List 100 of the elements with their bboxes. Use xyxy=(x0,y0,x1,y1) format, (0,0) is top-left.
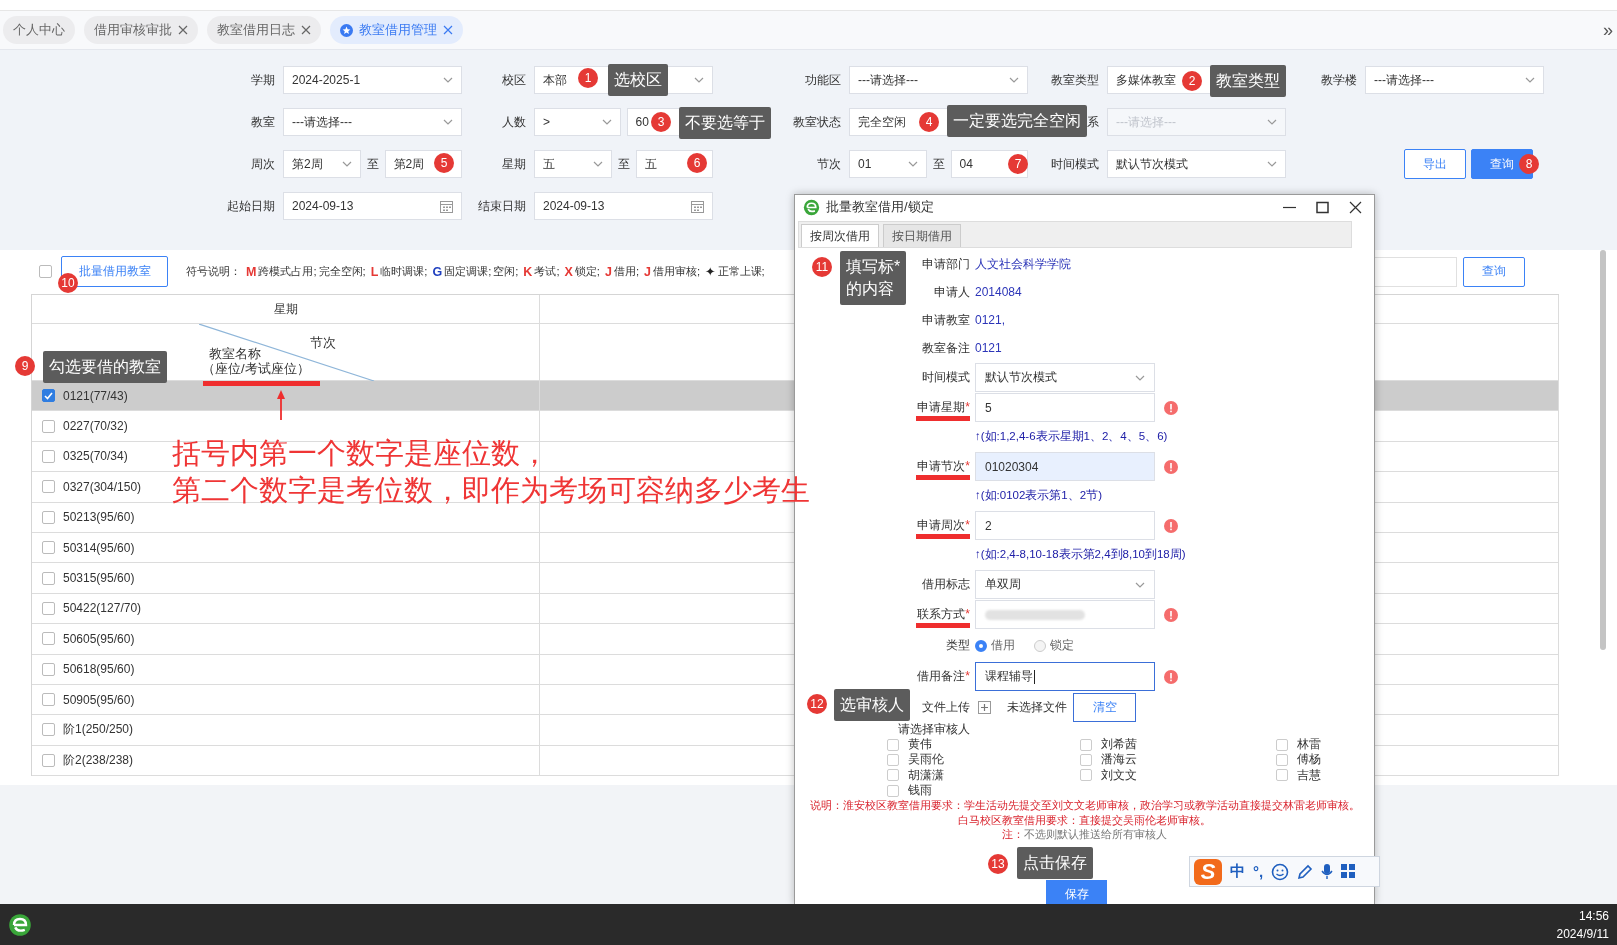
reviewer-name: 吉慧 xyxy=(1297,766,1321,784)
field-label: 文件上传 xyxy=(922,700,970,714)
filter-label: 结束日期 xyxy=(478,198,526,213)
annotation-tooltip: 勾选要借的教室 xyxy=(43,351,167,383)
legend-symbol: ✦ xyxy=(705,264,716,279)
field-label: 类型 xyxy=(946,638,970,652)
filter-label: 起始日期 xyxy=(227,198,275,213)
filter-label: 学期 xyxy=(251,72,275,87)
reviewer-name: 钱雨 xyxy=(908,782,932,800)
filter-label: 节次 xyxy=(817,156,841,171)
hint-text: ↑(如:0102表示第1、2节) xyxy=(974,488,1103,503)
column-header: 星期 xyxy=(32,295,540,323)
legend-symbol: J xyxy=(604,264,612,279)
filter-label: 时间模式 xyxy=(1051,156,1099,171)
legend-label: 借用; xyxy=(613,264,639,279)
filter-label: 教室类型 xyxy=(1051,72,1099,87)
annotation-text: 括号内第一个数字是座位数， 第二个数字是考位数，即作为考场可容纳多少考生 xyxy=(172,436,810,508)
field-label: 申请星期* xyxy=(917,400,970,414)
clock-date: 2024/9/11 xyxy=(1556,925,1609,943)
legend-title: 符号说明： xyxy=(186,264,241,279)
room-name: 0121(77/43) xyxy=(63,388,128,403)
filter-label: 教学楼 xyxy=(1321,72,1357,87)
note-text: 注：不选则默认推送给所有审核人 xyxy=(1001,827,1168,842)
field-label: 借用标志 xyxy=(922,577,970,591)
legend-label: 完全空闲; xyxy=(318,264,366,279)
room-name: 50605(95/60) xyxy=(63,631,135,646)
annotation-tooltip: 一定要选完全空闲 xyxy=(947,105,1087,137)
legend-symbol: M xyxy=(246,264,257,279)
field-label: 申请周次* xyxy=(917,518,970,532)
room-name: 50314(95/60) xyxy=(63,540,135,555)
room-name: 0327(304/150) xyxy=(63,479,142,494)
file-status: 未选择文件 xyxy=(1007,699,1067,716)
range-separator: 至 xyxy=(617,155,630,173)
legend-label: 跨模式占用; xyxy=(258,264,317,279)
filter-label: 教室状态 xyxy=(793,114,841,129)
field-value: 人文社会科学学院 xyxy=(975,255,1071,273)
room-name: 50422(127/70) xyxy=(63,601,142,616)
filter-label: 校区 xyxy=(502,72,526,87)
legend-symbol: K xyxy=(523,264,533,279)
field-label: 联系方式* xyxy=(917,607,970,621)
corner-header: （座位/考试座位） xyxy=(202,360,310,378)
reviewer-name: 林雷 xyxy=(1297,736,1321,753)
legend-symbol: X xyxy=(564,264,573,279)
filter-label: 周次 xyxy=(251,156,275,171)
legend-label: 临时调课; xyxy=(380,264,428,279)
corner-header: 节次 xyxy=(310,334,336,352)
field-label: 借用备注* xyxy=(917,669,970,683)
dialog-title: 批量教室借用/锁定 xyxy=(826,198,934,216)
reviewer-name: 潘海云 xyxy=(1101,751,1137,769)
annotation-tooltip: 选校区 xyxy=(608,64,668,96)
field-label: 申请人 xyxy=(934,284,970,299)
legend-label: 考试; xyxy=(534,264,560,279)
annotation-tooltip: 选审核人 xyxy=(834,689,910,721)
annotation-tooltip: 教室类型 xyxy=(1210,65,1286,97)
field-label: 申请节次* xyxy=(917,459,970,473)
field-value: 2014084 xyxy=(975,285,1022,299)
annotation-tooltip: 不要选等于 xyxy=(679,107,771,139)
field-label: 请选择审核人 xyxy=(898,722,970,736)
corner-header: 教室名称 xyxy=(209,345,261,362)
filter-label: 教室 xyxy=(251,114,275,129)
reviewer-name: 刘文文 xyxy=(1101,766,1137,784)
reviewer-name: 刘希茜 xyxy=(1101,736,1137,753)
hint-text: ↑(如:2,4-8,10-18表示第2,4到8,10到18周) xyxy=(974,547,1187,562)
field-label: 申请教室 xyxy=(922,312,970,327)
field-value: 0121 xyxy=(975,341,1002,355)
reviewer-name: 吴雨伦 xyxy=(908,751,944,769)
legend-symbol: J xyxy=(644,264,651,279)
room-name: 50315(95/60) xyxy=(63,571,135,586)
room-name: 阶1(250/250) xyxy=(63,721,134,739)
field-label: 申请部门 xyxy=(922,256,970,271)
room-name: 50618(95/60) xyxy=(63,662,135,677)
range-separator: 至 xyxy=(366,155,379,173)
legend-label: 借用审核; xyxy=(652,264,701,279)
room-name: 0325(70/34) xyxy=(63,449,128,464)
legend-symbol: L xyxy=(370,264,379,279)
filter-label: 系 xyxy=(1087,114,1099,129)
filter-label: 人数 xyxy=(502,114,526,129)
annotation-tooltip: 点击保存 xyxy=(1017,847,1093,879)
note-text: 说明：淮安校区教室借用要求：学生活动先提交至刘文文老师审核，政治学习或教学活动直接提交林雷老师审核。白马校区教室借用要求：直接提交吴雨伦老师审核。 xyxy=(808,798,1361,828)
reviewer-name: 黄伟 xyxy=(908,736,932,753)
field-label: 时间模式 xyxy=(922,370,970,384)
filter-label: 星期 xyxy=(502,156,526,171)
annotation-tooltip: 填写标* 的内容 xyxy=(840,251,907,305)
room-name: 50213(95/60) xyxy=(63,510,135,525)
field-value: 0121, xyxy=(975,313,1006,327)
reviewer-name: 傅杨 xyxy=(1297,751,1321,769)
room-name: 阶2(238/238) xyxy=(63,751,134,769)
legend-label: 锁定; xyxy=(574,264,600,279)
clock-time: 14:56 xyxy=(1577,907,1609,925)
legend-label: 正常上课; xyxy=(717,264,765,279)
hint-text: ↑(如:1,2,4-6表示星期1、2、4、5、6) xyxy=(974,429,1169,444)
room-name: 50905(95/60) xyxy=(63,692,135,707)
legend-label: 空闲; xyxy=(493,264,519,279)
room-name: 0227(70/32) xyxy=(63,419,128,434)
field-label: 教室备注 xyxy=(922,340,970,355)
legend-label: 固定调课; xyxy=(444,264,492,279)
legend-symbol: G xyxy=(432,264,443,279)
reviewer-name: 胡潇潇 xyxy=(908,766,944,784)
range-separator: 至 xyxy=(932,155,945,173)
filter-label: 功能区 xyxy=(805,72,841,87)
